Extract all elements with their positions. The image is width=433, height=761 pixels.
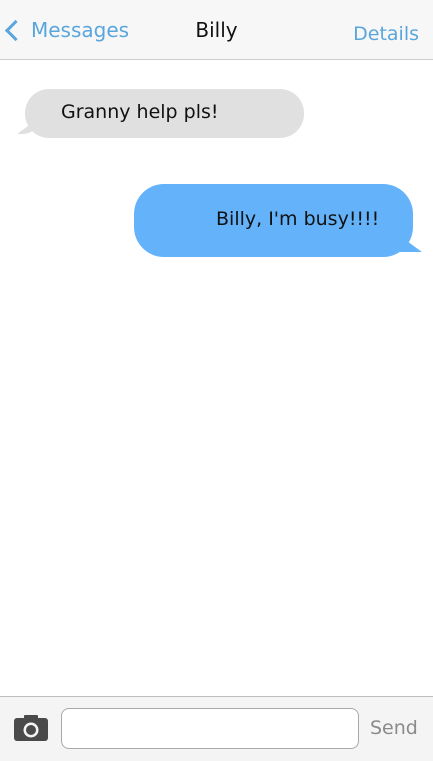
bubble-tail bbox=[400, 236, 422, 252]
bubble-tail bbox=[17, 118, 39, 134]
camera-icon[interactable] bbox=[14, 715, 48, 741]
back-button[interactable]: Messages bbox=[2, 18, 129, 42]
chevron-left-icon bbox=[4, 19, 27, 41]
nav-header: Messages Billy Details bbox=[0, 0, 433, 60]
send-button[interactable]: Send bbox=[370, 717, 418, 739]
outgoing-message-bubble: Billy, I'm busy!!!! bbox=[134, 184, 422, 257]
message-text: Billy, I'm busy!!!! bbox=[216, 208, 380, 230]
details-button[interactable]: Details bbox=[353, 23, 419, 45]
incoming-message-bubble: Granny help pls! bbox=[17, 89, 304, 138]
message-input[interactable] bbox=[61, 708, 359, 749]
message-text: Granny help pls! bbox=[61, 101, 219, 123]
composer-bar: Send bbox=[0, 696, 433, 761]
message-list: Granny help pls! Billy, I'm busy!!!! bbox=[0, 60, 433, 696]
back-label: Messages bbox=[31, 18, 130, 42]
